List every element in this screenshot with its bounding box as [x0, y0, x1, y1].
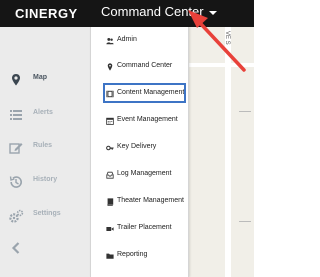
menu-item-label: Key Delivery	[117, 143, 157, 150]
chevron-left-icon	[11, 242, 20, 254]
map-marker-icon	[107, 63, 113, 71]
menu-item-label: Command Center	[117, 62, 173, 69]
edit-icon	[9, 143, 23, 154]
map-street-label: VE S	[224, 31, 230, 45]
inbox-icon	[106, 171, 114, 179]
gears-icon	[9, 209, 24, 223]
calendar-icon	[106, 117, 114, 125]
menu-item-label: Reporting	[117, 251, 148, 258]
menu-item-label: Event Management	[117, 116, 178, 123]
users-icon	[106, 37, 114, 45]
history-icon	[9, 176, 22, 188]
sidebar-item-label: Settings	[33, 210, 61, 217]
cinergy-logo[interactable]: CINERGY	[15, 6, 78, 21]
command-center-dropdown-toggle[interactable]: Command Center	[101, 4, 217, 19]
sidebar-item-history[interactable]: History	[0, 170, 90, 196]
left-sidebar: Map Alerts Rules History Settings	[0, 27, 90, 277]
book-icon	[107, 198, 114, 206]
map-tick	[239, 221, 251, 222]
menu-item-event-management[interactable]: Event Management	[91, 111, 190, 133]
menu-item-theater-management[interactable]: Theater Management	[91, 192, 190, 214]
command-center-label: Command Center	[101, 4, 204, 19]
sidebar-collapse-button[interactable]	[0, 236, 90, 262]
video-camera-icon	[106, 227, 114, 231]
menu-item-reporting[interactable]: Reporting	[91, 246, 190, 268]
menu-item-key-delivery[interactable]: Key Delivery	[91, 138, 190, 160]
menu-item-label: Log Management	[117, 170, 172, 177]
menu-item-admin[interactable]: Admin	[91, 31, 190, 53]
menu-item-label: Admin	[117, 36, 137, 43]
map-view[interactable]: VE S	[189, 27, 254, 277]
sidebar-item-rules[interactable]: Rules	[0, 136, 90, 162]
menu-item-trailer-placement[interactable]: Trailer Placement	[91, 219, 190, 241]
sidebar-item-map[interactable]: Map	[0, 68, 90, 94]
command-center-dropdown-menu: Admin Command Center Content Management …	[90, 27, 189, 277]
menu-item-log-management[interactable]: Log Management	[91, 165, 190, 187]
map-pin-icon	[12, 74, 20, 86]
sidebar-item-alerts[interactable]: Alerts	[0, 103, 90, 129]
folder-icon	[106, 253, 114, 259]
map-tick	[239, 111, 251, 112]
sidebar-item-settings[interactable]: Settings	[0, 204, 90, 230]
top-header: CINERGY Command Center	[0, 0, 254, 27]
caret-down-icon	[208, 10, 217, 15]
key-icon	[106, 145, 114, 151]
menu-item-label: Trailer Placement	[117, 224, 172, 231]
sidebar-item-label: Rules	[33, 142, 53, 149]
sidebar-item-label: Map	[33, 74, 47, 81]
sidebar-item-label: Alerts	[33, 109, 53, 116]
menu-item-command-center[interactable]: Command Center	[91, 57, 190, 79]
map-road	[189, 63, 254, 67]
highlight-box	[103, 83, 186, 103]
menu-item-label: Theater Management	[117, 197, 184, 204]
sidebar-item-label: History	[33, 176, 58, 183]
list-icon	[10, 110, 22, 120]
